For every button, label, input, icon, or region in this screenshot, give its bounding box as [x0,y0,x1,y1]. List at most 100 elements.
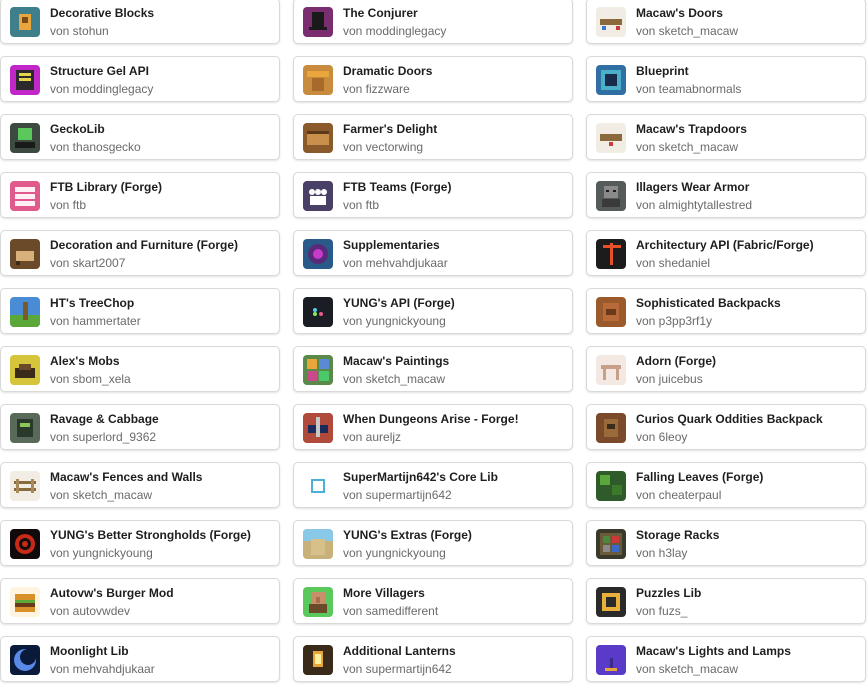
mod-card[interactable]: Moonlight Lib von mehvahdjukaar [0,636,280,682]
mod-author: von sketch_macaw [343,372,446,386]
mod-title[interactable]: Supplementaries [343,238,566,252]
mod-title[interactable]: Architectury API (Fabric/Forge) [636,238,859,252]
paintings-icon [303,355,333,385]
mod-title[interactable]: Decorative Blocks [50,6,273,20]
mod-title[interactable]: Structure Gel API [50,64,273,78]
ftb-library-icon [10,181,40,211]
mod-card[interactable]: Decoration and Furniture (Forge) von skar… [0,230,280,276]
mod-author: von hammertater [50,314,141,328]
mod-title[interactable]: Puzzles Lib [636,586,859,600]
mod-title[interactable]: Autovw's Burger Mod [50,586,273,600]
adorn-table-icon [596,355,626,385]
yungs-api-icon [303,297,333,327]
mod-title[interactable]: Macaw's Fences and Walls [50,470,273,484]
mod-title[interactable]: FTB Teams (Forge) [343,180,566,194]
mod-title[interactable]: SuperMartijn642's Core Lib [343,470,566,484]
mod-title[interactable]: Macaw's Paintings [343,354,566,368]
mod-author: von moddinglegacy [50,82,154,96]
mod-card[interactable]: Macaw's Trapdoors von sketch_macaw [586,114,866,160]
puzzles-lib-icon [596,587,626,617]
decorative-blocks-icon [10,7,40,37]
mod-title[interactable]: Alex's Mobs [50,354,273,368]
more-villagers-icon [303,587,333,617]
mod-author: von supermartijn642 [343,662,452,676]
storage-racks-icon [596,529,626,559]
mod-title[interactable]: GeckoLib [50,122,273,136]
mod-title[interactable]: Farmer's Delight [343,122,566,136]
mod-author: von aureljz [343,430,402,444]
mod-title[interactable]: Macaw's Lights and Lamps [636,644,859,658]
mod-author: von autovwdev [50,604,131,618]
macaw-doors-icon [596,7,626,37]
mod-card[interactable]: Macaw's Paintings von sketch_macaw [293,346,573,392]
mod-card[interactable]: YUNG's Better Strongholds (Forge) von yun… [0,520,280,566]
mod-card[interactable]: YUNG's API (Forge) von yungnickyoung [293,288,573,334]
mod-author: von yungnickyoung [343,546,446,560]
mod-title[interactable]: Ravage & Cabbage [50,412,273,426]
mod-title[interactable]: Moonlight Lib [50,644,273,658]
mod-title[interactable]: Storage Racks [636,528,859,542]
mod-card[interactable]: Blueprint von teamabnormals [586,56,866,102]
mod-card[interactable]: Autovw's Burger Mod von autovwdev [0,578,280,624]
mod-title[interactable]: HT's TreeChop [50,296,273,310]
mod-author: von yungnickyoung [50,546,153,560]
mod-card[interactable]: Illagers Wear Armor von almightytallestre… [586,172,866,218]
mod-title[interactable]: Falling Leaves (Forge) [636,470,859,484]
mod-title[interactable]: Blueprint [636,64,859,78]
mod-title[interactable]: Curios Quark Oddities Backpack [636,412,859,426]
fences-walls-icon [10,471,40,501]
mod-card[interactable]: FTB Teams (Forge) von ftb [293,172,573,218]
lights-lamps-icon [596,645,626,675]
mod-card[interactable]: The Conjurer von moddinglegacy [293,0,573,44]
mod-card[interactable]: SuperMartijn642's Core Lib von supermarti… [293,462,573,508]
mod-card[interactable]: Additional Lanterns von supermartijn642 [293,636,573,682]
mod-title[interactable]: The Conjurer [343,6,566,20]
mod-card[interactable]: Macaw's Doors von sketch_macaw [586,0,866,44]
mod-title[interactable]: Illagers Wear Armor [636,180,859,194]
mod-author: von skart2007 [50,256,126,270]
mod-title[interactable]: Dramatic Doors [343,64,566,78]
ravage-cabbage-icon [10,413,40,443]
mod-title[interactable]: Decoration and Furniture (Forge) [50,238,273,252]
mod-title[interactable]: Additional Lanterns [343,644,566,658]
mod-title[interactable]: YUNG's API (Forge) [343,296,566,310]
mod-card[interactable]: Architectury API (Fabric/Forge) von sheda… [586,230,866,276]
mod-author: von 6leoy [636,430,688,444]
mod-card[interactable]: Supplementaries von mehvahdjukaar [293,230,573,276]
mod-card[interactable]: Farmer's Delight von vectorwing [293,114,573,160]
mod-card[interactable]: Falling Leaves (Forge) von cheaterpaul [586,462,866,508]
mod-card[interactable]: GeckoLib von thanosgecko [0,114,280,160]
mod-title[interactable]: Sophisticated Backpacks [636,296,859,310]
mod-title[interactable]: YUNG's Better Strongholds (Forge) [50,528,273,542]
mod-card[interactable]: When Dungeons Arise - Forge! von aureljz [293,404,573,450]
mod-title[interactable]: FTB Library (Forge) [50,180,273,194]
mod-card[interactable]: Macaw's Lights and Lamps von sketch_macaw [586,636,866,682]
mod-card[interactable]: Sophisticated Backpacks von p3pp3rf1y [586,288,866,334]
mod-card[interactable]: YUNG's Extras (Forge) von yungnickyoung [293,520,573,566]
mod-card[interactable]: Puzzles Lib von fuzs_ [586,578,866,624]
mod-card[interactable]: Macaw's Fences and Walls von sketch_macaw [0,462,280,508]
mod-card[interactable]: Alex's Mobs von sbom_xela [0,346,280,392]
mod-card[interactable]: HT's TreeChop von hammertater [0,288,280,334]
treechop-icon [10,297,40,327]
mod-title[interactable]: Macaw's Trapdoors [636,122,859,136]
mod-card[interactable]: Dramatic Doors von fizzware [293,56,573,102]
mod-card[interactable]: FTB Library (Forge) von ftb [0,172,280,218]
mod-title[interactable]: Macaw's Doors [636,6,859,20]
mod-author: von sketch_macaw [636,24,739,38]
mod-author: von samedifferent [343,604,439,618]
mod-card[interactable]: More Villagers von samedifferent [293,578,573,624]
mod-author: von superlord_9362 [50,430,157,444]
mod-title[interactable]: Adorn (Forge) [636,354,859,368]
mod-card[interactable]: Curios Quark Oddities Backpack von 6leoy [586,404,866,450]
mod-card[interactable]: Structure Gel API von moddinglegacy [0,56,280,102]
ftb-teams-icon [303,181,333,211]
mod-card[interactable]: Decorative Blocks von stohun [0,0,280,44]
mod-card[interactable]: Ravage & Cabbage von superlord_9362 [0,404,280,450]
mod-card[interactable]: Storage Racks von h3lay [586,520,866,566]
mod-grid: Decorative Blocks von stohun The Conjurer v… [0,0,868,684]
mod-title[interactable]: More Villagers [343,586,566,600]
mod-title[interactable]: YUNG's Extras (Forge) [343,528,566,542]
mod-title[interactable]: When Dungeons Arise - Forge! [343,412,566,426]
mod-card[interactable]: Adorn (Forge) von juicebus [586,346,866,392]
